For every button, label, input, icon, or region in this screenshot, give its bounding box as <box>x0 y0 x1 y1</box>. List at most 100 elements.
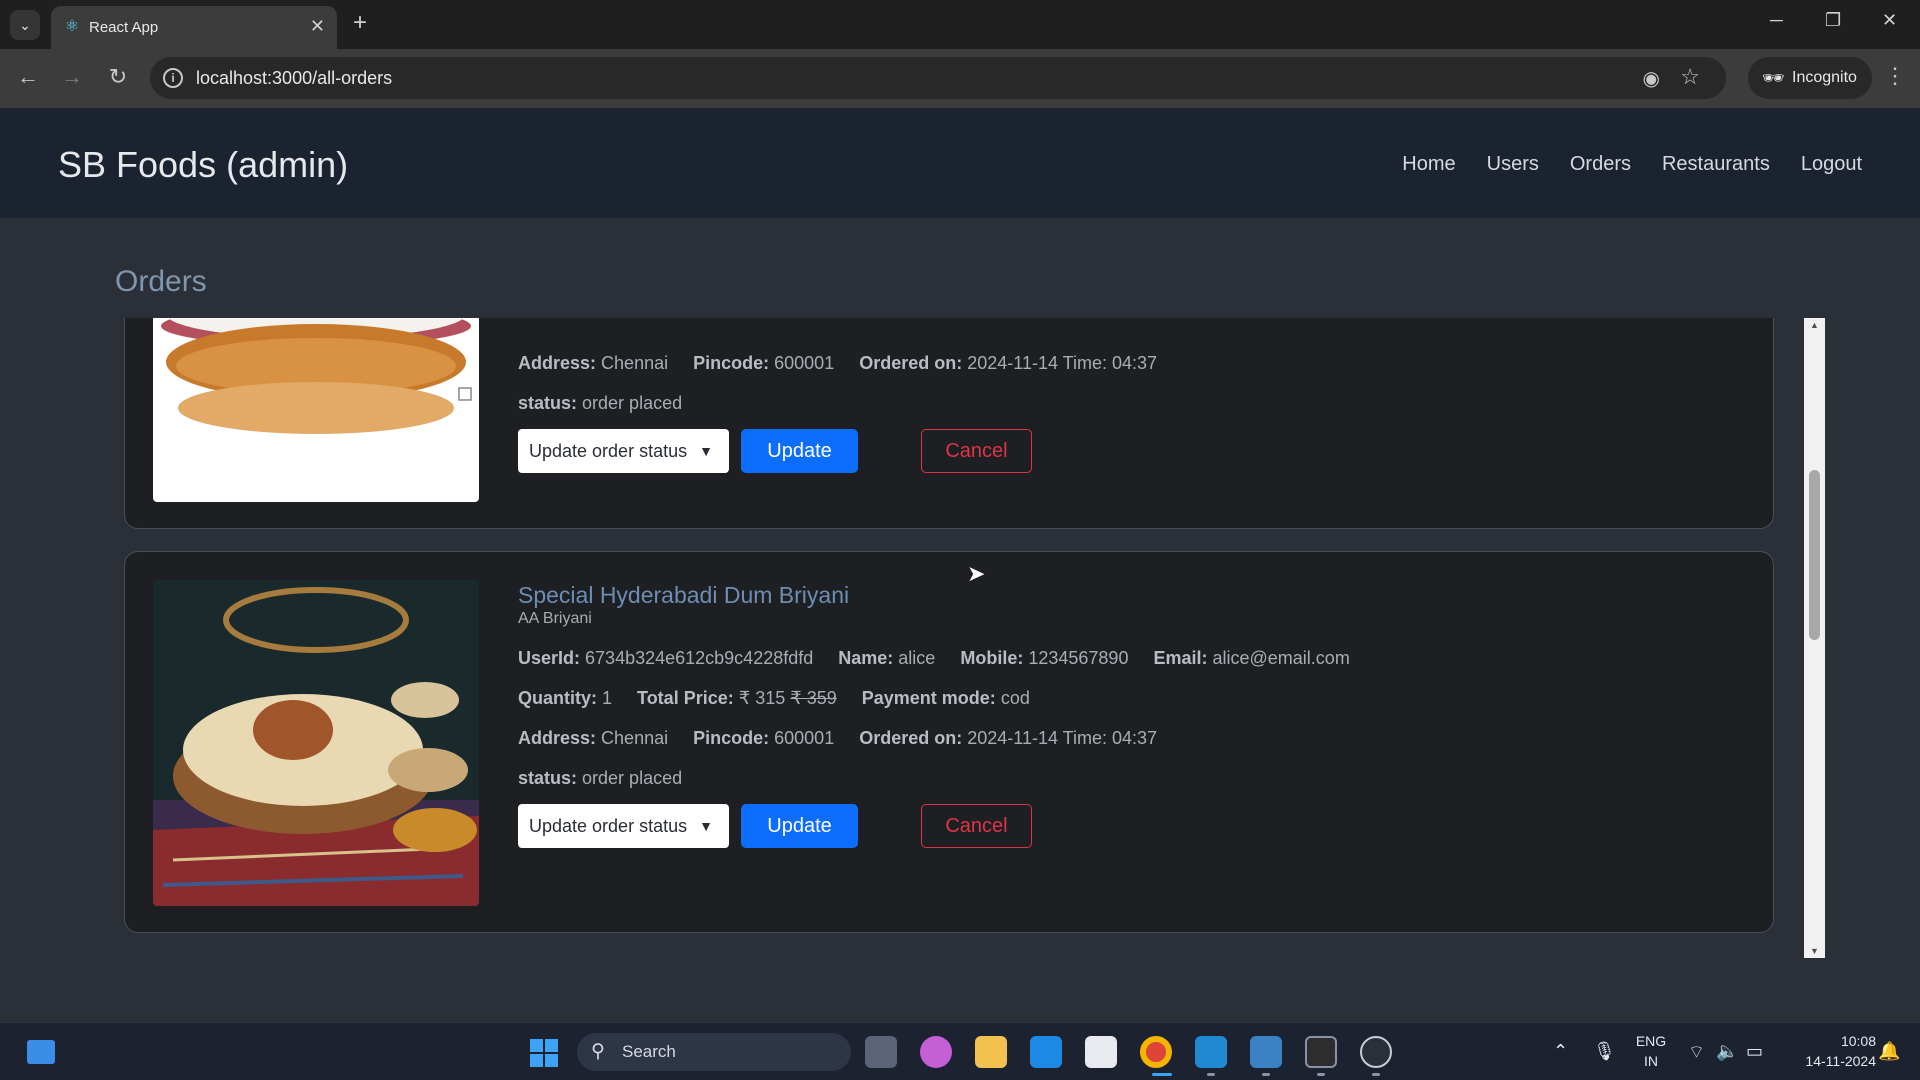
status-label: status: <box>518 767 578 788</box>
obs-icon[interactable] <box>1360 1036 1392 1068</box>
address-bar-row: ← → ↻ i localhost:3000/all-orders ◉ ☆ 🕶 … <box>0 49 1920 108</box>
select-placeholder: Update order status <box>529 816 688 836</box>
scroll-down-icon[interactable]: ▼ <box>1804 946 1825 956</box>
site-info-icon[interactable]: i <box>163 68 183 88</box>
wifi-icon[interactable]: ⌔ <box>1688 1041 1705 1064</box>
copilot-icon[interactable] <box>920 1036 952 1068</box>
mouse-cursor-icon: ➤ <box>967 561 986 586</box>
microphone-icon[interactable]: 🎙 <box>1593 1041 1616 1062</box>
outlook-icon[interactable] <box>1030 1036 1062 1068</box>
omnibox[interactable]: i localhost:3000/all-orders ◉ ☆ <box>150 57 1726 99</box>
app-navbar: SB Foods (admin) Home Users Orders Resta… <box>0 108 1920 218</box>
close-window-icon[interactable]: ✕ <box>1882 10 1897 31</box>
restore-icon[interactable]: ❐ <box>1825 10 1841 31</box>
userid-label: UserId: <box>518 647 581 668</box>
order-status-row: status: order placed <box>518 389 1718 417</box>
vscode-icon[interactable] <box>1195 1036 1227 1068</box>
react-favicon-icon: ⚛ <box>64 18 80 35</box>
update-button[interactable]: Update <box>741 429 858 473</box>
price-label: Total Price: <box>637 687 734 708</box>
userid-value: 6734b324e612cb9c4228fdfd <box>585 647 814 668</box>
bookmark-star-icon[interactable]: ☆ <box>1680 64 1700 90</box>
mobile-label: Mobile: <box>960 647 1024 668</box>
cancel-button[interactable]: Cancel <box>921 429 1032 473</box>
terminal-icon[interactable] <box>1305 1036 1337 1068</box>
orders-scrollbar[interactable]: ▲ ▼ <box>1804 318 1825 958</box>
ordered-on-label: Ordered on: <box>859 727 963 748</box>
tab-title: React App <box>89 19 159 36</box>
order-price-row: Quantity: 1 Total Price: ₹ 315 ₹ 359 Pay… <box>518 684 1718 712</box>
quantity-value: 1 <box>602 687 613 708</box>
price-value: ₹ 315 <box>738 687 786 708</box>
minimize-icon[interactable]: ─ <box>1770 10 1783 31</box>
microsoft-store-icon[interactable] <box>1085 1036 1117 1068</box>
notepad-icon[interactable] <box>1250 1036 1282 1068</box>
page-title: Orders <box>115 265 207 298</box>
nav-links: Home Users Orders Restaurants Logout <box>1402 153 1862 176</box>
url-text[interactable]: localhost:3000/all-orders <box>196 68 392 89</box>
forward-icon[interactable]: → <box>57 64 87 90</box>
battery-icon[interactable]: ▭ <box>1746 1041 1763 1062</box>
order-card: Address: Chennai Pincode: 600001 Ordered… <box>124 318 1774 529</box>
nav-link-logout[interactable]: Logout <box>1801 153 1862 176</box>
chevron-down-icon: ▼ <box>699 443 713 459</box>
tracking-protection-icon[interactable]: ◉ <box>1643 66 1660 91</box>
nav-link-home[interactable]: Home <box>1402 153 1455 176</box>
order-address-row: Address: Chennai Pincode: 600001 Ordered… <box>518 724 1718 752</box>
burger-image <box>153 318 479 502</box>
clock-time[interactable]: 10:08 <box>1780 1033 1876 1049</box>
language-code[interactable]: ENG <box>1633 1033 1669 1049</box>
food-title[interactable]: Special Hyderabadi Dum Briyani <box>518 582 1718 608</box>
task-view-icon[interactable] <box>865 1036 897 1068</box>
new-tab-icon[interactable]: + <box>353 9 367 37</box>
email-value: alice@email.com <box>1212 647 1350 668</box>
volume-icon[interactable]: 🔈 <box>1716 1041 1738 1062</box>
address-value: Chennai <box>601 727 669 748</box>
nav-link-orders[interactable]: Orders <box>1570 153 1631 176</box>
taskbar-search[interactable]: ⚲ Search <box>577 1033 851 1071</box>
scroll-up-icon[interactable]: ▲ <box>1804 320 1825 330</box>
file-explorer-icon[interactable] <box>975 1036 1007 1068</box>
widgets-icon[interactable] <box>27 1040 55 1064</box>
notification-bell-icon[interactable]: 🔔 <box>1878 1041 1900 1062</box>
order-actions: Update order status ▼ Update Cancel <box>518 804 1718 848</box>
biryani-image <box>153 580 479 906</box>
browser-menu-icon[interactable]: ⋮ <box>1884 63 1906 89</box>
taskbar: ⚲ Search ⌃ 🎙 ENG IN ⌔ 🔈 ▭ 10:08 14-11-20… <box>0 1022 1920 1080</box>
incognito-badge[interactable]: 🕶 Incognito <box>1748 57 1872 99</box>
address-label: Address: <box>518 727 597 748</box>
reload-icon[interactable]: ↻ <box>103 64 133 90</box>
select-placeholder: Update order status <box>529 441 688 461</box>
tab-search-button[interactable]: ⌄ <box>10 10 40 40</box>
incognito-label: Incognito <box>1792 69 1857 86</box>
clock-date[interactable]: 14-11-2024 <box>1780 1053 1876 1069</box>
close-tab-icon[interactable]: ✕ <box>310 16 325 37</box>
pincode-label: Pincode: <box>693 352 770 373</box>
chrome-icon[interactable] <box>1140 1036 1172 1068</box>
update-status-select[interactable]: Update order status ▼ <box>518 804 729 848</box>
notepad-running-indicator <box>1262 1073 1270 1076</box>
payment-value: cod <box>1000 687 1030 708</box>
order-status-row: status: order placed <box>518 764 1718 792</box>
nav-link-users[interactable]: Users <box>1487 153 1539 176</box>
address-label: Address: <box>518 352 597 373</box>
update-button[interactable]: Update <box>741 804 858 848</box>
show-hidden-icons-icon[interactable]: ⌃ <box>1553 1041 1568 1062</box>
browser-tab[interactable]: ⚛ React App ✕ <box>51 6 337 49</box>
windows-start-icon[interactable] <box>530 1039 558 1067</box>
order-actions: Update order status ▼ Update Cancel <box>518 429 1718 473</box>
obs-running-indicator <box>1372 1073 1380 1076</box>
back-icon[interactable]: ← <box>13 64 43 90</box>
taskbar-search-label: Search <box>622 1042 676 1061</box>
nav-link-restaurants[interactable]: Restaurants <box>1662 153 1770 176</box>
cancel-button[interactable]: Cancel <box>921 804 1032 848</box>
search-icon: ⚲ <box>591 1041 605 1062</box>
restaurant-name: AA Briyani <box>518 610 592 627</box>
update-status-select[interactable]: Update order status ▼ <box>518 429 729 473</box>
scroll-thumb[interactable] <box>1809 470 1820 640</box>
vscode-running-indicator <box>1207 1073 1215 1076</box>
brand-title[interactable]: SB Foods (admin) <box>58 144 348 186</box>
status-label: status: <box>518 392 578 413</box>
language-region[interactable]: IN <box>1633 1053 1669 1069</box>
orders-list[interactable]: Address: Chennai Pincode: 600001 Ordered… <box>124 318 1774 958</box>
